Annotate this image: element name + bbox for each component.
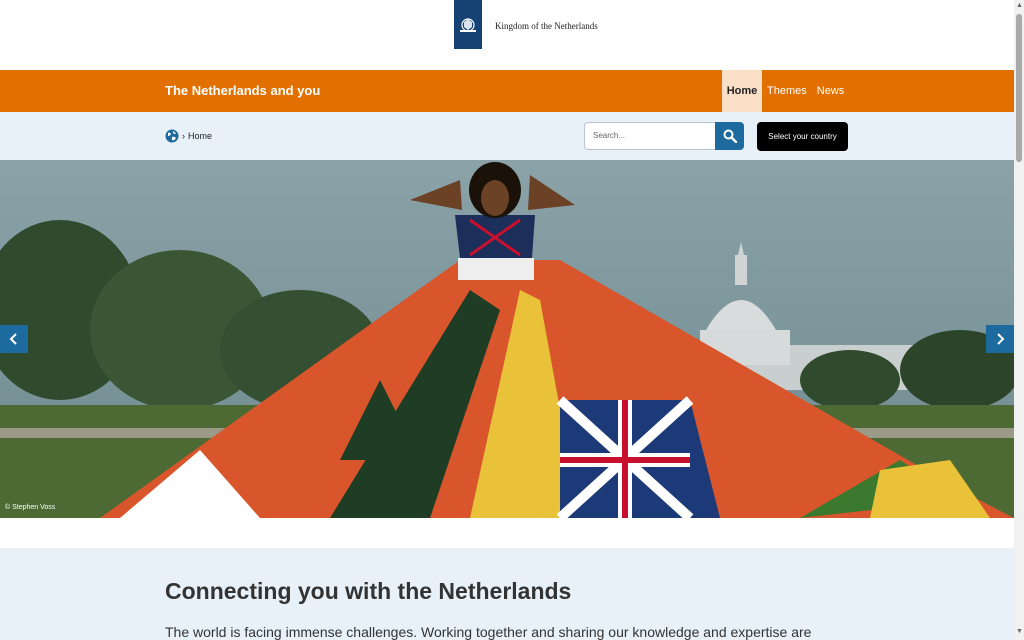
tab-themes[interactable]: Themes bbox=[762, 70, 812, 112]
scroll-down-arrow-icon[interactable]: ▼ bbox=[1016, 628, 1023, 635]
logo-text[interactable]: Kingdom of the Netherlands bbox=[495, 21, 598, 31]
main-nav: The Netherlands and you Home Themes News bbox=[0, 70, 1014, 112]
breadcrumb-separator: › bbox=[182, 131, 185, 141]
breadcrumb-bar: › Home Search... Select your country bbox=[0, 112, 1014, 160]
photo-credit: © Stephen Voss bbox=[5, 504, 56, 511]
breadcrumb: › Home bbox=[165, 129, 212, 143]
chevron-left-icon bbox=[9, 333, 17, 345]
intro-text: The world is facing immense challenges. … bbox=[165, 624, 812, 640]
page-heading: Connecting you with the Netherlands bbox=[165, 578, 572, 604]
tab-home[interactable]: Home bbox=[722, 70, 762, 112]
page: Kingdom of the Netherlands The Netherlan… bbox=[0, 0, 1024, 640]
hero-carousel: © Stephen Voss bbox=[0, 160, 1014, 518]
search-icon bbox=[723, 129, 737, 143]
vertical-scrollbar[interactable]: ▲ ▼ bbox=[1014, 0, 1024, 640]
chevron-right-icon bbox=[997, 333, 1005, 345]
nav-tabs: Home Themes News bbox=[722, 70, 849, 112]
carousel-next-button[interactable] bbox=[986, 325, 1014, 353]
royal-coat-of-arms-icon[interactable] bbox=[454, 0, 482, 49]
tab-news[interactable]: News bbox=[812, 70, 850, 112]
hero-image bbox=[0, 160, 1014, 518]
site-title[interactable]: The Netherlands and you bbox=[165, 83, 320, 98]
search-button[interactable] bbox=[715, 122, 744, 150]
spacer bbox=[0, 518, 1014, 548]
globe-icon[interactable] bbox=[165, 129, 179, 143]
scroll-up-arrow-icon[interactable]: ▲ bbox=[1016, 2, 1023, 9]
carousel-prev-button[interactable] bbox=[0, 325, 28, 353]
scroll-thumb[interactable] bbox=[1016, 14, 1022, 162]
logo-strip: Kingdom of the Netherlands bbox=[0, 0, 1024, 70]
intro-section: Connecting you with the Netherlands The … bbox=[0, 548, 1014, 640]
search-input[interactable]: Search... bbox=[584, 122, 716, 150]
select-country-button[interactable]: Select your country bbox=[757, 122, 848, 151]
breadcrumb-home[interactable]: Home bbox=[188, 131, 212, 141]
